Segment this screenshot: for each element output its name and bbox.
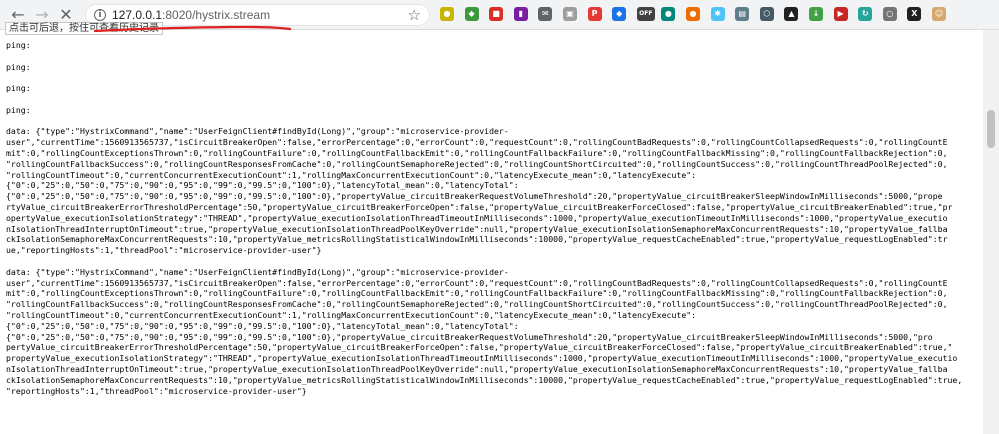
vertical-scrollbar[interactable] [983, 30, 999, 434]
stream-line: "rollingCountTimeout":0,"currentConcurre… [6, 169, 697, 180]
stream-line: data: {"type":"HystrixCommand","name":"U… [6, 266, 509, 277]
stream-line: ckIsolationSemaphoreMaxConcurrentRequest… [6, 234, 948, 245]
red-annotation-underline [93, 25, 292, 33]
stream-line: opertyValue_executionIsolationStrategy":… [6, 212, 948, 223]
stream-content: ping: ping: ping: ping: data: {"type":"Hystr… [6, 40, 982, 396]
ping-line: ping: [6, 104, 31, 115]
stream-line: mit":0,"rollingCountExceptionsThrown":0,… [6, 147, 948, 158]
stream-line: propertyValue_executionIsolationStrategy… [6, 353, 958, 364]
stream-line [6, 116, 982, 127]
stream-line: nIsolationThreadInterruptOnTimeout":true… [6, 223, 948, 234]
stream-line: {"0":0,"25":0,"50":0,"75":0,"90":0,"95":… [6, 320, 519, 331]
stream-line: user","currentTime":1560913565737,"isCir… [6, 277, 948, 288]
stream-line: {"0":0,"25":0,"50":0,"75":0,"90":0,"95":… [6, 331, 933, 342]
stream-line: ue,"reportingHosts":1,"threadPool":"micr… [6, 245, 322, 256]
stream-line: "rollingCountFallbackSuccess":0,"rolling… [6, 158, 948, 169]
stream-line: user","currentTime":1560913565737,"isCir… [6, 137, 948, 148]
stream-line: data: {"type":"HystrixCommand","name":"U… [6, 126, 509, 137]
ping-line: ping: [6, 83, 31, 94]
stream-line [6, 256, 982, 267]
stream-line: "reportingHosts":1,"threadPool":"microse… [6, 385, 307, 396]
stream-line: {"0":0,"25":0,"50":0,"75":0,"90":0,"95":… [6, 180, 519, 191]
stream-line: {"0":0,"25":0,"50":0,"75":0,"90":0,"95":… [6, 191, 943, 202]
stream-line: "rollingCountFallbackSuccess":0,"rolling… [6, 299, 948, 310]
stream-line: "rollingCountTimeout":0,"currentConcurre… [6, 309, 697, 320]
stream-line: ckIsolationSemaphoreMaxConcurrentRequest… [6, 374, 963, 385]
stream-line [6, 72, 982, 83]
stream-line: pertyValue_circuitBreakerErrorThresholdP… [6, 342, 953, 353]
stream-line: nIsolationThreadInterruptOnTimeout":true… [6, 363, 948, 374]
scrollbar-thumb[interactable] [987, 110, 995, 148]
ping-line: ping: [6, 61, 31, 72]
stream-line [6, 94, 982, 105]
stream-line [6, 51, 982, 62]
ping-line: ping: [6, 40, 31, 50]
stream-line: mit":0,"rollingCountExceptionsThrown":0,… [6, 288, 948, 299]
stream-line: rtyValue_circuitBreakerErrorThresholdPer… [6, 201, 953, 212]
